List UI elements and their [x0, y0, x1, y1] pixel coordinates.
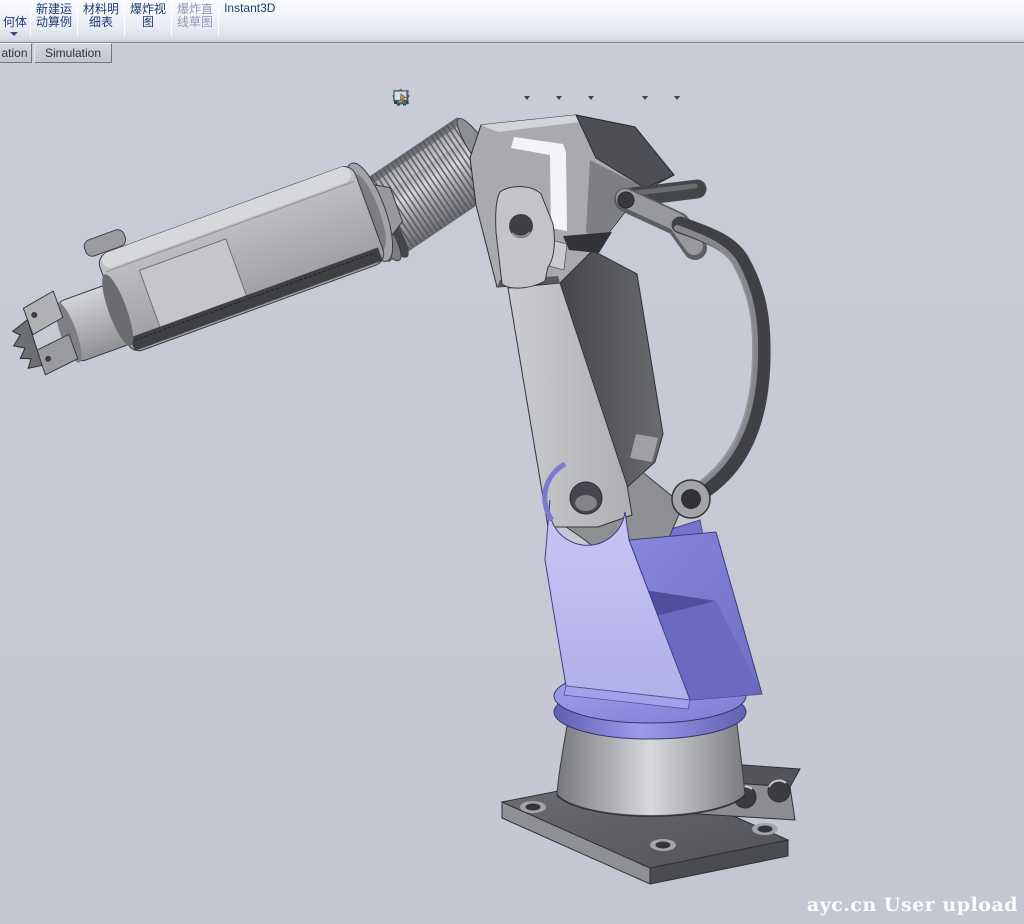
ribbon-button-new-motion-study[interactable]: 新建运 动算例: [31, 0, 77, 42]
ribbon-button-instant3d[interactable]: Instant3D: [219, 0, 280, 42]
ribbon-button-label: 动算例: [36, 16, 72, 29]
command-manager-ribbon: 何体 新建运 动算例 材料明 细表 爆炸视 图 爆炸直 线草图 Instant3…: [0, 0, 1024, 43]
headsup-view-toolbar: [392, 88, 683, 107]
rocker-link[interactable]: [677, 225, 762, 492]
display-style-icon[interactable]: [534, 88, 555, 107]
ribbon-button-label: 图: [142, 16, 154, 29]
ribbon-button-bill-of-materials[interactable]: 材料明 细表: [78, 0, 124, 42]
ribbon-button-label: Instant3D: [224, 2, 275, 15]
edit-appearance-icon[interactable]: [598, 88, 619, 107]
watermark: ayc.cn User upload: [807, 894, 1018, 916]
view-settings-icon[interactable]: [652, 88, 673, 107]
3d-viewport[interactable]: [0, 43, 1024, 924]
section-view-icon[interactable]: [480, 88, 501, 107]
previous-view-icon[interactable]: [458, 88, 479, 107]
link-rod[interactable]: [618, 186, 697, 248]
forearm[interactable]: [0, 137, 413, 391]
chevron-down-icon[interactable]: [642, 96, 648, 100]
zoom-to-area-icon[interactable]: [436, 88, 457, 107]
view-orientation-icon[interactable]: [502, 88, 523, 107]
chevron-down-icon[interactable]: [674, 96, 680, 100]
ribbon-button-label: 线草图: [177, 16, 213, 29]
graphics-area[interactable]: ayc.cn User upload: [0, 43, 1024, 924]
ribbon-button-label: 何体: [3, 16, 27, 29]
zoom-to-fit-icon[interactable]: [414, 88, 435, 107]
ribbon-button-label: 细表: [89, 16, 113, 29]
upper-arm[interactable]: [508, 236, 707, 563]
ribbon-button-exploded-view[interactable]: 爆炸视 图: [125, 0, 171, 42]
rocker-lobe[interactable]: [672, 480, 710, 518]
tab-simulation[interactable]: Simulation: [34, 43, 112, 63]
hide-show-items-icon[interactable]: [566, 88, 587, 107]
solidworks-window: { "ribbon": { "buttons": [ {"label_line1…: [0, 0, 1024, 924]
chevron-down-icon[interactable]: [556, 96, 562, 100]
study-tab-row: ation Simulation: [0, 43, 114, 64]
chevron-down-icon[interactable]: [10, 32, 18, 36]
chevron-down-icon[interactable]: [524, 96, 530, 100]
tab-label: ation: [1, 46, 27, 60]
chevron-down-icon[interactable]: [588, 96, 594, 100]
tab-animation[interactable]: ation: [0, 43, 32, 63]
tab-label: Simulation: [45, 46, 101, 60]
ribbon-button-geometry[interactable]: 何体: [0, 0, 30, 42]
ribbon-button-explode-line-sketch[interactable]: 爆炸直 线草图: [172, 0, 218, 42]
apply-scene-icon[interactable]: [620, 88, 641, 107]
